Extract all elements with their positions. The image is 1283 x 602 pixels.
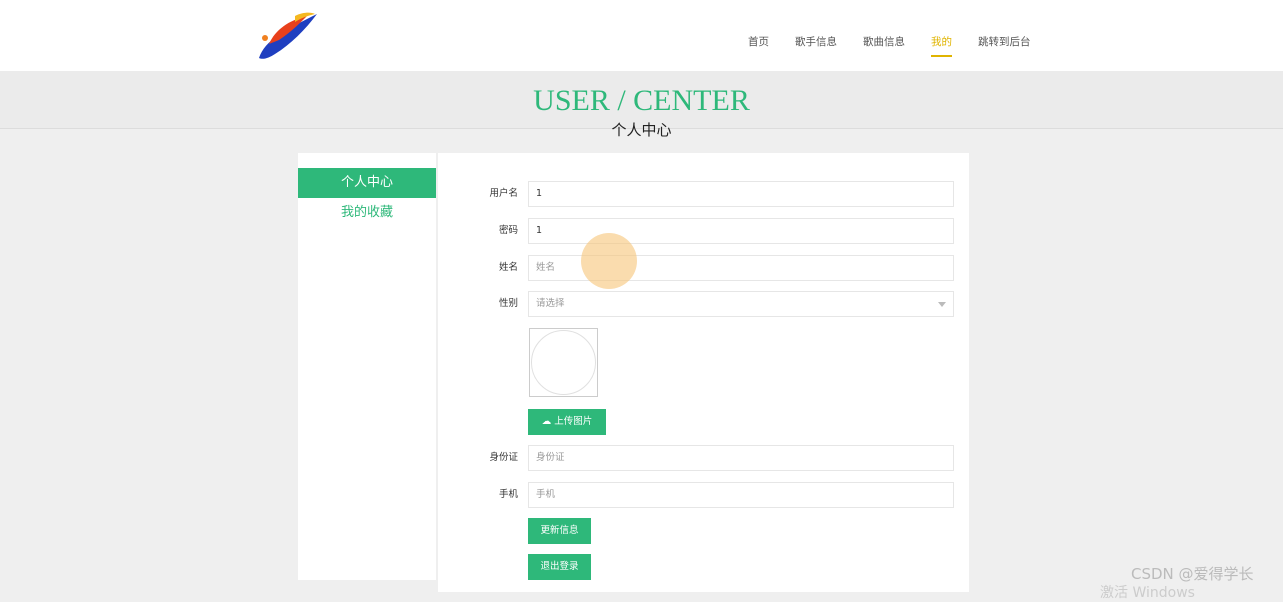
nav-admin[interactable]: 跳转到后台 [978, 34, 1031, 57]
header: 首页 歌手信息 歌曲信息 我的 跳转到后台 [0, 0, 1283, 71]
sidebar-item-favorites[interactable]: 我的收藏 [298, 198, 436, 228]
username-label: 用户名 [489, 188, 518, 199]
chevron-down-icon [938, 302, 946, 311]
nav-home[interactable]: 首页 [748, 34, 769, 57]
idcard-input[interactable]: 身份证 [528, 445, 954, 471]
logo[interactable] [255, 10, 319, 62]
phone-label: 手机 [498, 489, 518, 500]
password-label: 密码 [498, 225, 518, 236]
logout-button[interactable]: 退出登录 [528, 554, 591, 580]
gender-placeholder: 请选择 [536, 298, 565, 309]
page-title-en: USER / CENTER [533, 84, 750, 117]
upload-image-button[interactable]: ☁ 上传图片 [528, 409, 606, 435]
sidebar: 个人中心 我的收藏 [298, 153, 436, 580]
windows-watermark: 激活 Windows [1100, 585, 1195, 601]
profile-form: 用户名 1 密码 1 姓名 姓名 性别 请选择 ☁ 上传图片 身份证 身份证 手机 手机 更… [438, 153, 969, 592]
username-input[interactable]: 1 [528, 181, 954, 207]
nav-songs[interactable]: 歌曲信息 [863, 34, 905, 57]
gender-select[interactable]: 请选择 [528, 291, 954, 317]
nav-singers[interactable]: 歌手信息 [795, 34, 837, 57]
nav-mine[interactable]: 我的 [931, 34, 952, 57]
cursor-highlight [581, 233, 637, 289]
cloud-upload-icon: ☁ [541, 416, 552, 427]
gender-label: 性别 [498, 298, 518, 309]
watermark: CSDN @爱得学长 [1131, 565, 1254, 583]
phone-input[interactable]: 手机 [528, 482, 954, 508]
sidebar-item-user-center[interactable]: 个人中心 [298, 168, 436, 198]
upload-label: 上传图片 [554, 416, 593, 427]
name-label: 姓名 [498, 262, 518, 273]
idcard-label: 身份证 [489, 452, 518, 463]
top-nav: 首页 歌手信息 歌曲信息 我的 跳转到后台 [735, 34, 1044, 57]
page-title: 个人中心 [611, 121, 672, 139]
avatar-preview [529, 328, 598, 397]
update-info-button[interactable]: 更新信息 [528, 518, 591, 544]
